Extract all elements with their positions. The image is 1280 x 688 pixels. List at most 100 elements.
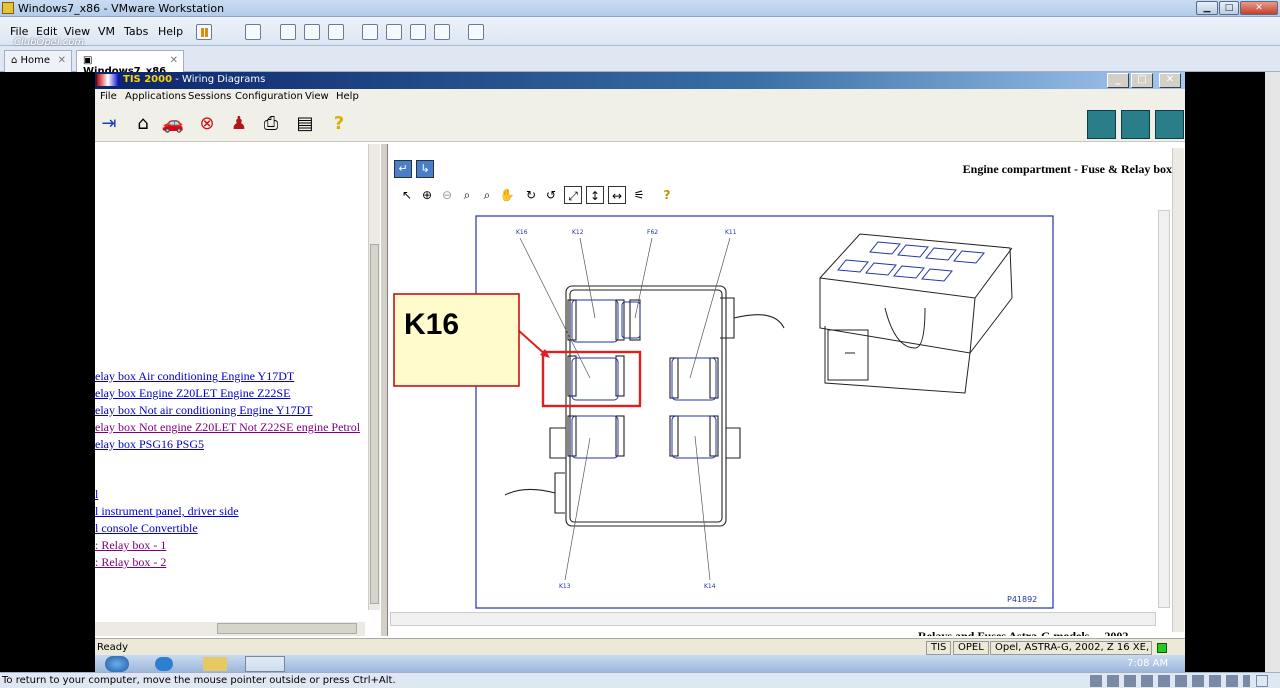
- ie-icon[interactable]: [155, 657, 173, 671]
- diagram-horizontal-scrollbar[interactable]: [390, 612, 1156, 626]
- tis-menu-help[interactable]: Help: [336, 91, 359, 102]
- zoom-out-icon[interactable]: ⊖: [438, 186, 456, 204]
- tis-close-button[interactable]: ✕: [1159, 73, 1181, 88]
- tis-maximize-button[interactable]: □: [1131, 73, 1153, 88]
- back-arrow-icon[interactable]: ↵: [394, 160, 412, 178]
- diagram-vertical-scrollbar[interactable]: [1158, 210, 1170, 608]
- device-status-icons[interactable]: [1090, 675, 1250, 687]
- snapshot-icon[interactable]: [280, 24, 296, 40]
- vmware-app-icon: [2, 2, 14, 14]
- explorer-icon[interactable]: [203, 657, 227, 671]
- window-title: Windows7_x86 - VMware Workstation: [18, 2, 225, 15]
- tis-menu-view[interactable]: View: [305, 91, 329, 102]
- close-tab-icon[interactable]: ✕: [58, 55, 66, 66]
- person-icon[interactable]: ♟: [227, 112, 251, 136]
- zoom-window-icon[interactable]: ⌕: [478, 186, 496, 204]
- tis-title-bar: TIS 2000 - Wiring Diagrams _ □ ✕: [95, 72, 1185, 89]
- clock: 7:08 AM: [1127, 658, 1169, 669]
- guest-taskbar: 7:08 AM: [95, 655, 1185, 672]
- tab-vm[interactable]: ▣ Windows7_x86 ✕: [76, 50, 184, 77]
- link-item[interactable]: l instrument panel, driver side: [95, 504, 239, 519]
- status-vehicle: Opel, ASTRA-G, 2002, Z 16 XE, 5-MT: [990, 641, 1152, 655]
- close-tab-icon[interactable]: ✕: [170, 55, 178, 66]
- part-label: K14: [704, 583, 716, 590]
- menu-tabs[interactable]: Tabs: [124, 25, 148, 38]
- tis-menu-applications[interactable]: Applications: [125, 91, 186, 102]
- part-label: F62: [647, 229, 658, 236]
- menu-vm[interactable]: VM: [98, 25, 115, 38]
- diagnostics-icon[interactable]: [1087, 110, 1116, 139]
- home-icon[interactable]: ⌂: [131, 112, 155, 136]
- tis-minimize-button[interactable]: _: [1107, 73, 1129, 88]
- pointer-icon[interactable]: ↖: [398, 186, 416, 204]
- tab-home-label: Home: [20, 55, 51, 66]
- link-item[interactable]: elay box PSG16 PSG5: [95, 437, 204, 452]
- tis-logo-icon: [97, 74, 119, 86]
- tis-menu-configuration[interactable]: Configuration: [235, 91, 303, 102]
- rotate-ccw-icon[interactable]: ↺: [542, 186, 560, 204]
- scroll-thumb[interactable]: [217, 623, 357, 634]
- vehicle-view-icon[interactable]: [1121, 110, 1150, 139]
- fit-width-icon[interactable]: ↔: [608, 186, 626, 204]
- zoom-in-icon[interactable]: ⊕: [418, 186, 436, 204]
- vmware-menubar: File Edit View VM Tabs Help ClubOpel.com: [0, 17, 1280, 48]
- pane-splitter[interactable]: [380, 144, 388, 636]
- link-item[interactable]: elay box Engine Z20LET Engine Z22SE: [95, 386, 290, 401]
- host-vertical-scrollbar[interactable]: [1265, 72, 1280, 672]
- fit-page-icon[interactable]: ⤢: [564, 186, 582, 204]
- minimize-button[interactable]: ▁: [1196, 1, 1218, 15]
- highlight-icon[interactable]: ⚟: [630, 186, 648, 204]
- vehicle-select-icon[interactable]: 🚗: [161, 112, 185, 136]
- link-item[interactable]: : Relay box - 1: [95, 538, 166, 553]
- thumbnail-bar-icon[interactable]: [386, 24, 402, 40]
- cancel-icon[interactable]: ⊗: [195, 112, 219, 136]
- part-label: K16: [516, 229, 528, 236]
- tis-menubar: File Applications Sessions Configuration…: [95, 89, 1185, 107]
- link-item[interactable]: elay box Not engine Z20LET Not Z22SE eng…: [95, 420, 360, 435]
- menu-help[interactable]: Help: [158, 25, 183, 38]
- pan-hand-icon[interactable]: ✋: [498, 186, 516, 204]
- tis-toolbar: ⇥ ⌂ 🚗 ⊗ ♟ ⎙ ▤ ?: [95, 107, 1185, 142]
- show-library-icon[interactable]: [362, 24, 378, 40]
- tis-taskbar-button[interactable]: [245, 656, 285, 672]
- tab-home[interactable]: ⌂ Home ✕: [4, 50, 72, 72]
- start-button-icon[interactable]: [105, 656, 129, 672]
- full-screen-icon[interactable]: [410, 24, 426, 40]
- zoom-area-icon[interactable]: ⌕: [458, 186, 476, 204]
- diagram-pane: ↵ ↳ Engine compartment - Fuse & Relay bo…: [388, 144, 1185, 636]
- car-body-icon[interactable]: [1155, 110, 1184, 139]
- message-icon[interactable]: [1256, 675, 1268, 687]
- wiring-diagram[interactable]: K16 K12 F62 K11 K13 K14 P41892 K16: [390, 208, 1170, 618]
- maximize-button[interactable]: □: [1219, 1, 1239, 15]
- help-icon[interactable]: ?: [327, 112, 351, 136]
- left-horizontal-scrollbar[interactable]: [95, 622, 365, 636]
- tis-status-bar: Ready TIS OPEL Opel, ASTRA-G, 2002, Z 16…: [95, 638, 1185, 656]
- unity-icon[interactable]: [434, 24, 450, 40]
- revert-snapshot-icon[interactable]: [304, 24, 320, 40]
- close-button[interactable]: ✕: [1240, 1, 1278, 15]
- snapshot-manager-icon[interactable]: [328, 24, 344, 40]
- console-view-icon[interactable]: [468, 24, 484, 40]
- link-item[interactable]: elay box Not air conditioning Engine Y17…: [95, 403, 313, 418]
- tis-menu-file[interactable]: File: [100, 91, 117, 102]
- link-item[interactable]: l: [95, 487, 98, 502]
- catalog-icon[interactable]: ▤: [293, 112, 317, 136]
- pane-vertical-scrollbar[interactable]: [1172, 148, 1184, 632]
- viewer-help-icon[interactable]: ?: [658, 186, 676, 204]
- forward-arrow-icon[interactable]: ↳: [416, 160, 434, 178]
- part-label: K11: [725, 229, 737, 236]
- fit-height-icon[interactable]: ↕: [586, 186, 604, 204]
- link-item[interactable]: l console Convertible: [95, 521, 198, 536]
- rotate-cw-icon[interactable]: ↻: [522, 186, 540, 204]
- link-item[interactable]: : Relay box - 2: [95, 555, 166, 570]
- pause-icon[interactable]: [196, 24, 212, 40]
- document-tree-pane: elay box Air conditioning Engine Y17DT e…: [95, 144, 380, 636]
- scroll-thumb[interactable]: [370, 244, 379, 604]
- link-item[interactable]: elay box Air conditioning Engine Y17DT: [95, 369, 294, 384]
- left-vertical-scrollbar[interactable]: [368, 144, 380, 610]
- send-ctrl-alt-del-icon[interactable]: [245, 24, 261, 40]
- print-icon[interactable]: ⎙: [259, 112, 283, 136]
- exit-icon[interactable]: ⇥: [97, 112, 121, 136]
- tis-brand: TIS 2000: [123, 74, 173, 85]
- tis-menu-sessions[interactable]: Sessions: [188, 91, 231, 102]
